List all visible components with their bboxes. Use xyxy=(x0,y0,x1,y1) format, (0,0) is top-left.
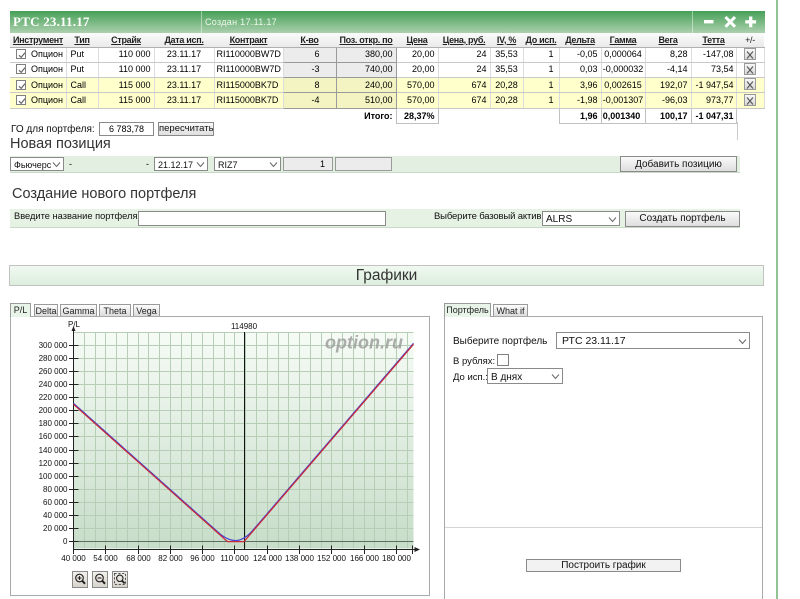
svg-text:120 000: 120 000 xyxy=(39,459,68,468)
svg-text:P/L: P/L xyxy=(68,320,81,329)
svg-text:152 000: 152 000 xyxy=(317,554,346,563)
svg-text:60 000: 60 000 xyxy=(43,498,68,507)
svg-text:option.ru: option.ru xyxy=(325,333,403,353)
svg-text:114980: 114980 xyxy=(231,322,258,331)
svg-text:220 000: 220 000 xyxy=(39,393,68,402)
svg-text:82 000: 82 000 xyxy=(158,554,183,563)
svg-text:68 000: 68 000 xyxy=(126,554,151,563)
svg-text:140 000: 140 000 xyxy=(39,446,68,455)
svg-text:166 000: 166 000 xyxy=(350,554,379,563)
svg-text:240 000: 240 000 xyxy=(39,380,68,389)
svg-text:160 000: 160 000 xyxy=(39,432,68,441)
svg-text:280 000: 280 000 xyxy=(39,354,68,363)
svg-text:138 000: 138 000 xyxy=(285,554,314,563)
svg-text:124 000: 124 000 xyxy=(253,554,282,563)
svg-text:40 000: 40 000 xyxy=(61,554,86,563)
svg-text:96 000: 96 000 xyxy=(190,554,215,563)
svg-text:180 000: 180 000 xyxy=(382,554,411,563)
svg-text:80 000: 80 000 xyxy=(43,485,68,494)
svg-text:110 000: 110 000 xyxy=(220,554,249,563)
svg-text:300 000: 300 000 xyxy=(39,341,68,350)
svg-text:54 000: 54 000 xyxy=(93,554,118,563)
svg-text:180 000: 180 000 xyxy=(39,419,68,428)
svg-text:260 000: 260 000 xyxy=(39,367,68,376)
svg-text:20 000: 20 000 xyxy=(43,524,68,533)
svg-text:200 000: 200 000 xyxy=(39,406,68,415)
svg-text:100 000: 100 000 xyxy=(39,472,68,481)
svg-text:0: 0 xyxy=(63,537,68,546)
svg-text:40 000: 40 000 xyxy=(43,511,68,520)
